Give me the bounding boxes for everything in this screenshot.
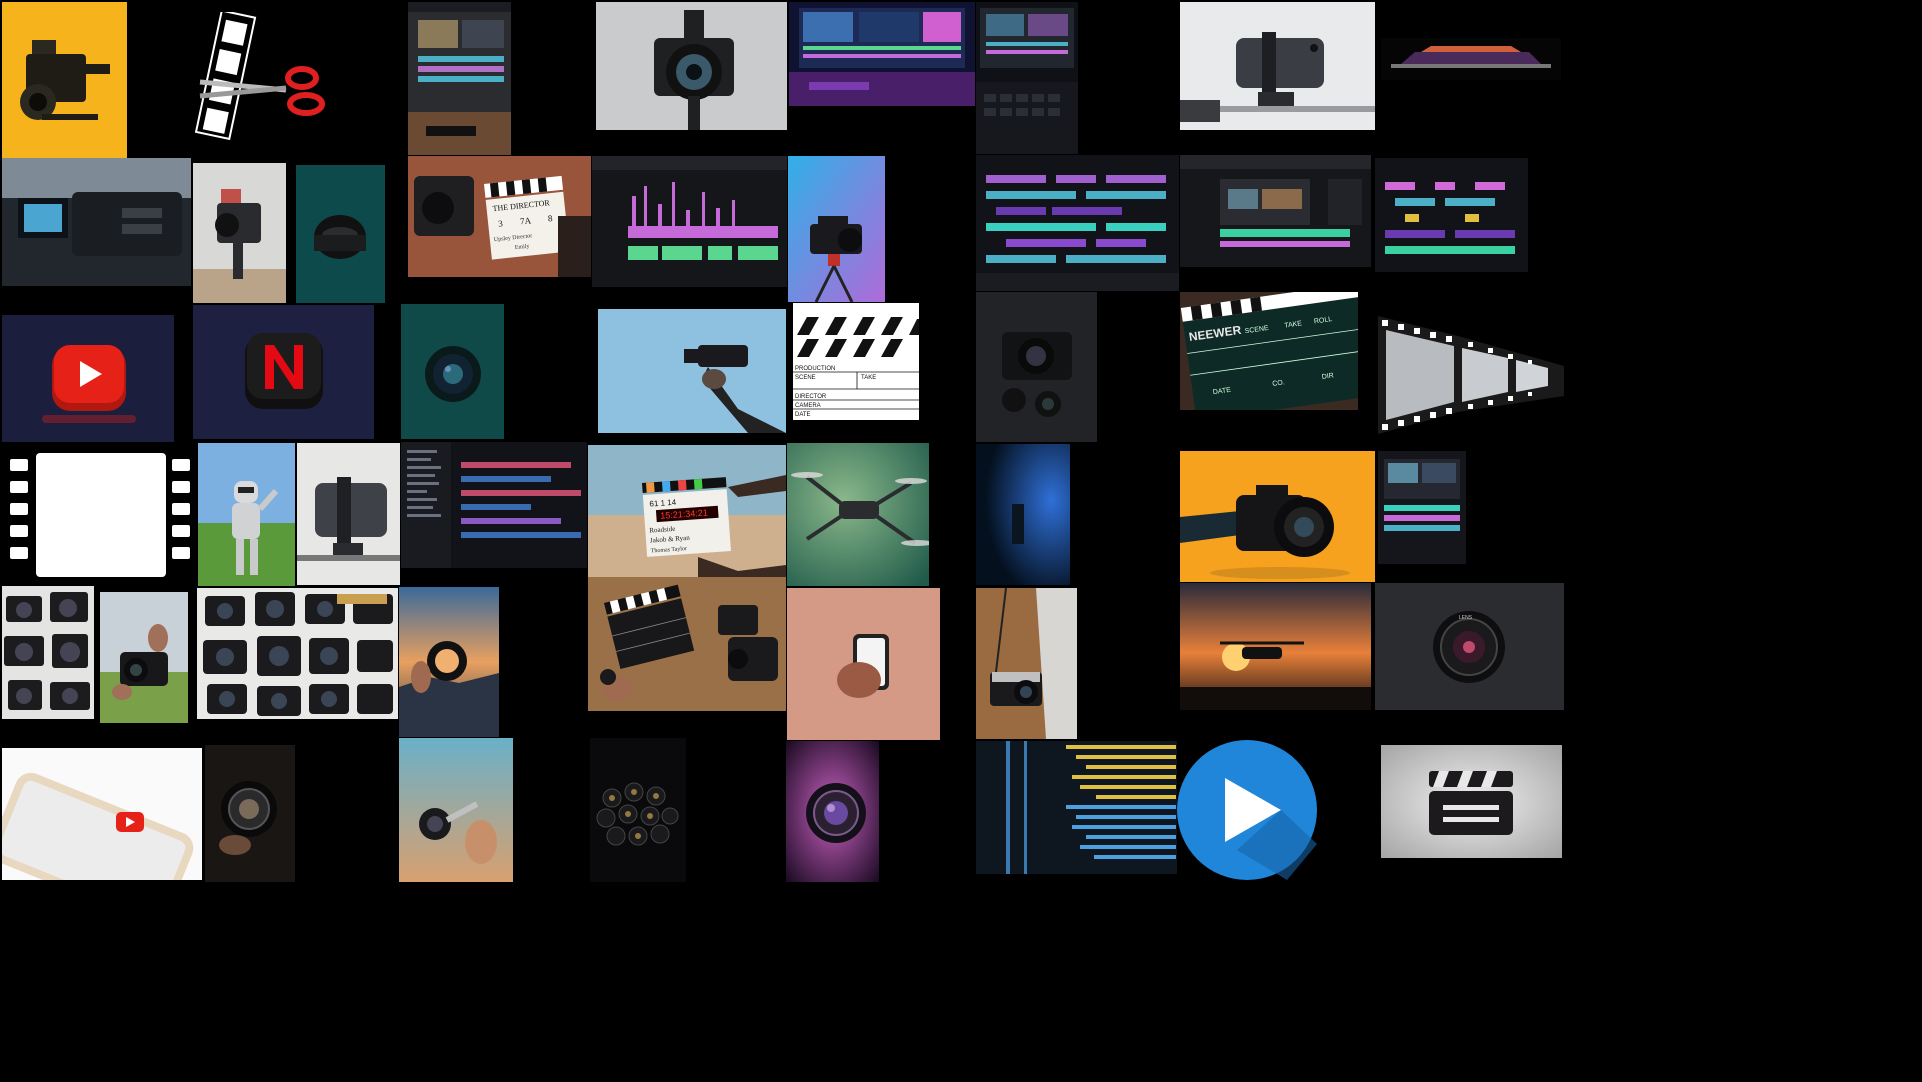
photo-phone-youtube <box>2 748 202 880</box>
play-button-logo <box>1177 740 1317 880</box>
photo-drone-green <box>787 443 929 586</box>
photo-lens-purple <box>786 741 879 882</box>
photo-camera-closeup <box>596 2 787 130</box>
photo-film-strip-curve <box>1378 316 1564 434</box>
photo-lens-leather: LENS <box>1375 583 1564 710</box>
photo-drone-sunset <box>1180 583 1371 710</box>
photo-clapper-icon-grey <box>1381 745 1562 858</box>
photo-clapperboard-director: THE DIRECTOR 3 7A 8 Upsley Director Emil… <box>408 156 591 277</box>
photo-film-frame <box>2 445 192 585</box>
photo-camera-rig-yellow <box>2 2 127 158</box>
photo-phone-mount <box>297 443 400 585</box>
photo-code-editor <box>401 442 587 568</box>
clapper-field-scene: SCENE <box>795 375 816 381</box>
photo-clapperboard-neewer: NEEWER SCENE TAKE ROLL DATE CO. DIR <box>1180 292 1358 410</box>
photo-blue-light <box>976 444 1070 585</box>
photo-broadcast-camera <box>2 158 191 286</box>
photo-laptop-glow <box>1381 38 1561 80</box>
photo-lens-teal-2 <box>401 304 504 439</box>
photo-lens-sunset <box>399 587 499 737</box>
photo-audio-timeline <box>592 156 787 287</box>
photo-editing-desk <box>408 2 511 155</box>
photo-timeline-tracks-1 <box>976 155 1179 291</box>
photo-lens-dark-hand <box>205 745 295 882</box>
photo-lens-pinch <box>399 738 513 882</box>
photo-lens-collection <box>590 738 686 882</box>
photo-hand-phone-pink <box>787 588 940 740</box>
clapper-field-production: PRODUCTION <box>795 366 835 372</box>
photo-audio-bars <box>976 741 1177 874</box>
photo-film-scissors <box>190 12 330 148</box>
photo-clapperboard-white: PRODUCTION SCENE TAKE DIRECTOR CAMERA DA… <box>793 303 919 420</box>
clapper-field-director: DIRECTOR <box>795 394 827 400</box>
clapper-field-date: DATE <box>795 412 811 418</box>
photo-coat-camera <box>976 588 1077 739</box>
photo-netflix-logo-3d <box>193 305 374 439</box>
clapper-field-camera: CAMERA <box>795 403 821 409</box>
photo-phone-slider <box>1180 2 1375 130</box>
photo-vintage-cameras-2 <box>197 588 398 719</box>
clapper-field-take: TAKE <box>861 375 876 381</box>
photo-timeline-editor <box>1180 155 1371 267</box>
photo-timeline-tracks-2 <box>1375 158 1528 272</box>
photo-vintage-cameras-1 <box>2 586 94 719</box>
photo-editing-console <box>976 2 1078 154</box>
lens-label: LENS <box>1459 615 1473 621</box>
photo-gaming-setup <box>789 2 975 106</box>
photo-camera-gimbal <box>193 163 286 303</box>
photo-clapper-flatlay <box>588 577 786 711</box>
photo-camera-dark <box>976 292 1097 442</box>
photo-clapperboard-desert: 61 1 14 15:21:34:21 Roadside Jakob & Rya… <box>588 445 786 577</box>
photo-youtube-logo-3d <box>2 315 174 442</box>
photo-collage: THE DIRECTOR 3 7A 8 Upsley Director Emil… <box>0 0 1922 1082</box>
photo-handheld-camcorder <box>598 309 786 433</box>
photo-camera-tripod-blue <box>788 156 885 302</box>
photo-robot-field <box>198 443 295 586</box>
photo-dslr-orange <box>1180 451 1375 582</box>
photo-lens-teal <box>296 165 385 303</box>
photo-hands-camera <box>100 592 188 723</box>
desert-clapper-numbers: 61 1 14 <box>649 498 677 509</box>
clapper-director-value-2: 7A <box>520 215 532 226</box>
photo-editing-monitor <box>1378 451 1466 564</box>
